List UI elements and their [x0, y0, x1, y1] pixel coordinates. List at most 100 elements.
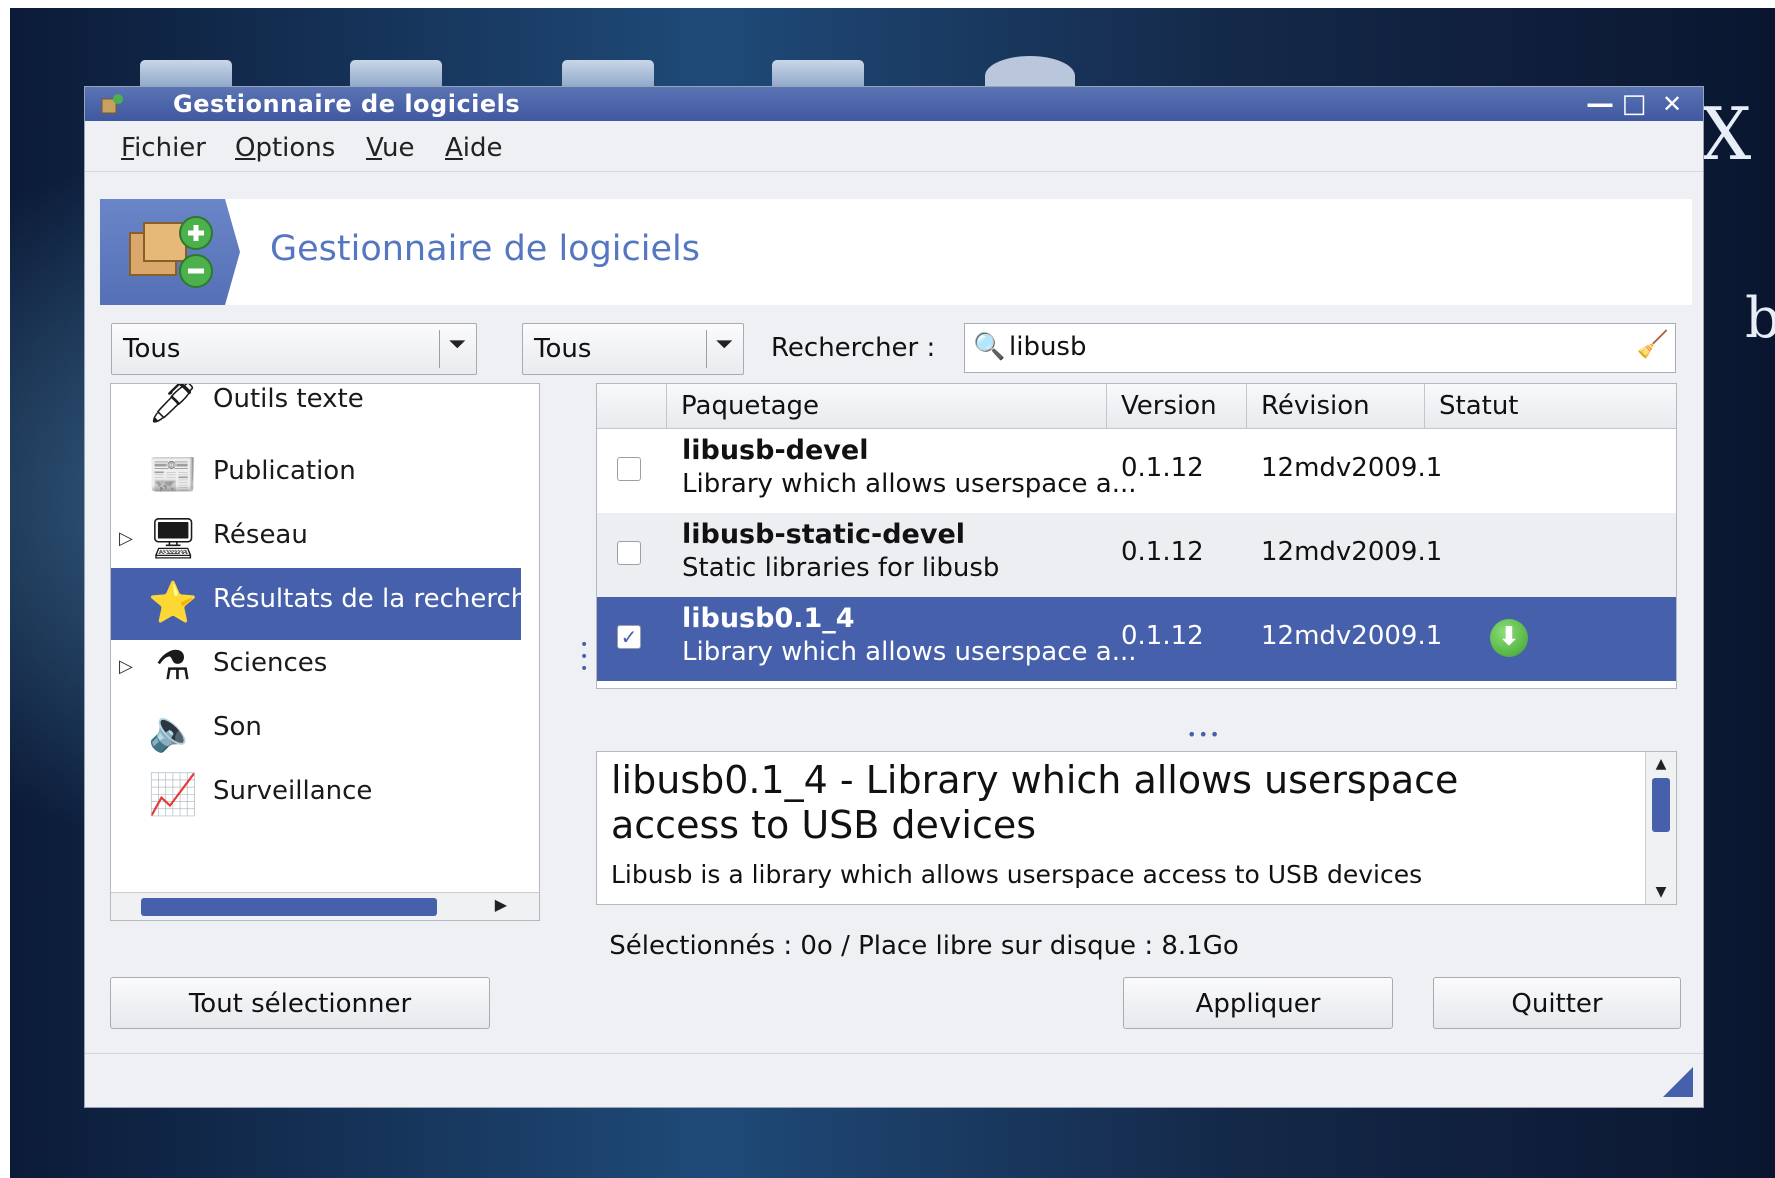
menu-aide[interactable]: Aide: [445, 133, 503, 163]
category-item-publication[interactable]: 📰 Publication: [111, 440, 521, 512]
vertical-splitter-handle[interactable]: • • •: [580, 638, 588, 676]
desktop-folder-icon[interactable]: [772, 60, 864, 88]
package-checkbox[interactable]: [617, 457, 641, 481]
monitor-icon: 📈: [148, 771, 198, 818]
software-manager-window: Gestionnaire de logiciels — □ ✕ Fichier …: [84, 86, 1704, 1108]
install-status-icon: ⬇: [1490, 619, 1528, 657]
title-bar[interactable]: Gestionnaire de logiciels — □ ✕: [85, 87, 1703, 121]
scroll-up-arrow-icon[interactable]: ▲: [1646, 752, 1676, 776]
combo-value: Tous: [534, 334, 592, 364]
combo-value: Tous: [123, 334, 181, 364]
scrollbar-thumb[interactable]: [141, 898, 437, 916]
resize-grip-icon[interactable]: [1663, 1067, 1693, 1097]
details-title: libusb0.1_4 - Library which allows users…: [611, 758, 1459, 847]
package-checkbox[interactable]: [617, 541, 641, 565]
column-header-revision[interactable]: Révision: [1247, 384, 1425, 428]
maximize-button[interactable]: □: [1617, 87, 1651, 121]
package-description: Library which allows userspace a...: [682, 469, 1137, 499]
search-label: Rechercher :: [771, 333, 936, 363]
category-label: Outils texte: [213, 384, 364, 414]
pen-icon: 🖊: [147, 383, 199, 426]
category-item-resultats[interactable]: ⭐ Résultats de la recherche: [111, 568, 539, 640]
category-horizontal-scrollbar[interactable]: ▶: [111, 892, 539, 920]
package-revision: 12mdv2009.1: [1261, 621, 1443, 651]
bottom-separator: [85, 1053, 1703, 1054]
expander-arrow-icon[interactable]: ▷: [119, 656, 133, 677]
horizontal-splitter-handle[interactable]: •••: [1187, 725, 1221, 744]
scroll-right-arrow-icon[interactable]: ▶: [495, 895, 507, 914]
package-name: libusb-devel: [682, 435, 869, 466]
status-line: Sélectionnés : 0o / Place libre sur disq…: [609, 931, 1239, 961]
minimize-button[interactable]: —: [1583, 87, 1617, 121]
desktop-folder-icon[interactable]: [562, 60, 654, 88]
category-item-sciences[interactable]: ▷ ⚗ Sciences: [111, 632, 521, 704]
category-item-surveillance[interactable]: 📈 Surveillance: [111, 760, 521, 832]
menu-vue[interactable]: Vue: [366, 133, 415, 163]
scroll-down-arrow-icon[interactable]: ▼: [1646, 880, 1676, 904]
dropdown-arrow-icon[interactable]: ⏷: [448, 332, 466, 357]
package-version: 0.1.12: [1121, 621, 1204, 651]
category-item-son[interactable]: 🔈 Son: [111, 696, 521, 768]
desktop-text-glyph: b: [1745, 286, 1775, 351]
category-label: Surveillance: [213, 776, 373, 806]
package-name: libusb-static-devel: [682, 519, 966, 550]
package-version: 0.1.12: [1121, 537, 1204, 567]
dropdown-arrow-icon[interactable]: ⏷: [715, 332, 733, 357]
package-name: libusb0.1_4: [682, 603, 855, 634]
menu-label: ue: [382, 133, 415, 163]
menu-label: ide: [462, 133, 503, 163]
scrollbar-thumb[interactable]: [1652, 778, 1670, 832]
category-item-reseau[interactable]: ▷ 🖥 Réseau: [111, 504, 521, 576]
screenshot-border-left: [0, 0, 10, 1178]
menu-mnemonic: F: [121, 133, 135, 163]
menu-mnemonic: V: [366, 133, 383, 163]
clear-search-broom-icon[interactable]: 🧹: [1637, 330, 1669, 360]
column-header-checkbox[interactable]: [597, 384, 667, 428]
combo-separator: [439, 330, 440, 368]
window-title: Gestionnaire de logiciels: [173, 90, 521, 118]
desktop-folder-icon[interactable]: [140, 60, 232, 88]
select-all-button[interactable]: Tout sélectionner: [110, 977, 490, 1029]
category-list[interactable]: 🖊 Outils texte 📰 Publication ▷ 🖥 Réseau …: [110, 383, 540, 921]
header-banner: Gestionnaire de logiciels: [100, 199, 1692, 305]
package-details-panel: libusb0.1_4 - Library which allows users…: [596, 751, 1677, 905]
category-label: Réseau: [213, 520, 308, 550]
search-field[interactable]: 🔍 🧹: [964, 323, 1676, 373]
table-row[interactable]: libusb-devel Library which allows usersp…: [597, 429, 1676, 513]
menu-options[interactable]: Options: [235, 133, 335, 163]
table-row-selected[interactable]: ✓ libusb0.1_4 Library which allows users…: [597, 597, 1676, 681]
banner-icon-box: [100, 199, 256, 305]
package-checkbox-checked[interactable]: ✓: [617, 625, 641, 649]
combo-separator: [706, 330, 707, 368]
menu-mnemonic: O: [235, 133, 256, 163]
table-row[interactable]: libusb-static-devel Static libraries for…: [597, 513, 1676, 597]
package-description: Static libraries for libusb: [682, 553, 1000, 583]
close-button[interactable]: ✕: [1655, 87, 1689, 121]
column-header-paquetage[interactable]: Paquetage: [667, 384, 1107, 428]
category-label: Son: [213, 712, 262, 742]
menu-mnemonic: A: [445, 133, 463, 163]
package-revision: 12mdv2009.1: [1261, 453, 1443, 483]
package-list[interactable]: Paquetage Version Révision Statut libusb…: [596, 383, 1677, 689]
science-icon: ⚗: [155, 643, 191, 689]
details-vertical-scrollbar[interactable]: ▲ ▼: [1645, 752, 1676, 904]
desktop-text-glyph: X: [1700, 92, 1752, 176]
menu-label: ichier: [134, 133, 206, 163]
network-icon: 🖥: [147, 515, 199, 562]
banner-title: Gestionnaire de logiciels: [270, 229, 700, 269]
column-header-version[interactable]: Version: [1107, 384, 1247, 428]
apply-button[interactable]: Appliquer: [1123, 977, 1393, 1029]
status-filter-combo[interactable]: Tous ⏷: [522, 323, 744, 375]
column-header-statut[interactable]: Statut: [1425, 384, 1565, 428]
menu-fichier[interactable]: Fichier: [121, 133, 206, 163]
category-item-outils-texte[interactable]: 🖊 Outils texte: [111, 383, 521, 440]
category-label: Publication: [213, 456, 356, 486]
desktop-folder-icon[interactable]: [350, 60, 442, 88]
search-input[interactable]: [1009, 330, 1609, 364]
package-list-header: Paquetage Version Révision Statut: [597, 384, 1676, 429]
category-filter-combo[interactable]: Tous ⏷: [111, 323, 477, 375]
category-label: Résultats de la recherche: [213, 584, 540, 614]
quit-button[interactable]: Quitter: [1433, 977, 1681, 1029]
binoculars-icon[interactable]: 🔍: [973, 332, 1005, 362]
expander-arrow-icon[interactable]: ▷: [119, 528, 133, 549]
